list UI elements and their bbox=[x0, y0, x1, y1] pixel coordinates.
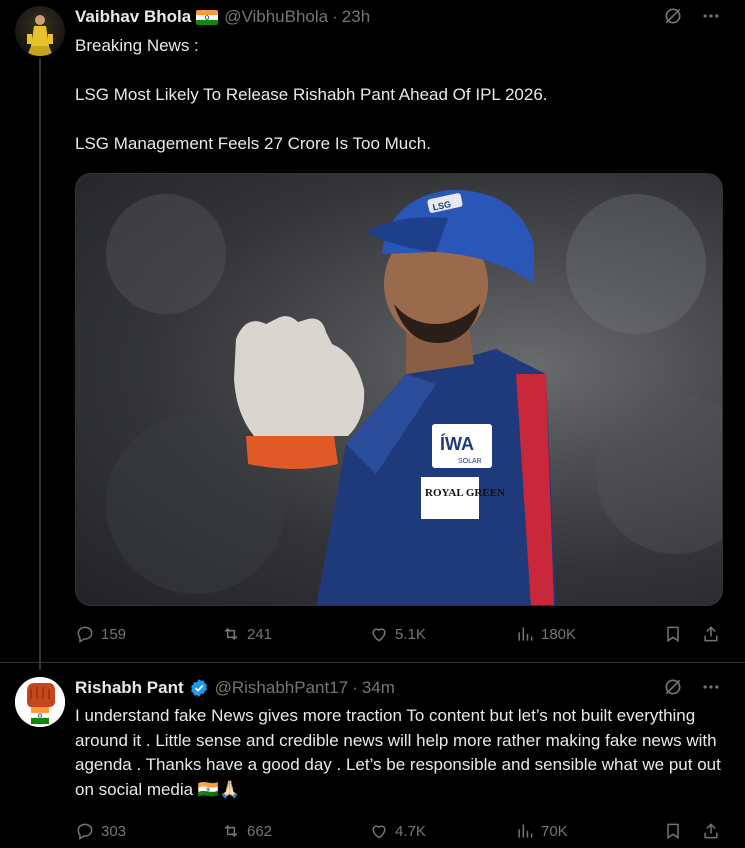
india-flag-icon bbox=[196, 9, 219, 25]
tweet-text-line: LSG Management Feels 27 Crore Is Too Muc… bbox=[75, 134, 431, 153]
views-icon bbox=[518, 627, 533, 641]
reply-icon bbox=[77, 626, 93, 643]
like-button[interactable]: 5.1K bbox=[369, 624, 426, 644]
tweet-header: Vaibhav Bhola @VibhuBhola · 23h bbox=[75, 6, 370, 28]
sponsor-logo: ÍWA bbox=[440, 433, 474, 454]
repost-button[interactable]: 241 bbox=[221, 624, 272, 644]
avatar[interactable] bbox=[15, 6, 65, 56]
thread-connector-line bbox=[39, 58, 41, 670]
views-button[interactable]: 70K bbox=[515, 821, 568, 841]
share-button[interactable] bbox=[701, 624, 721, 644]
author-handle[interactable]: @RishabhPant17 bbox=[215, 678, 349, 698]
share-icon bbox=[704, 823, 718, 839]
reply-icon bbox=[77, 823, 93, 840]
repost-count: 662 bbox=[247, 822, 273, 840]
reply-button[interactable]: 159 bbox=[75, 624, 126, 644]
avatar[interactable] bbox=[15, 677, 65, 727]
tweet-header: Rishabh Pant @RishabhPant17 · 34m bbox=[75, 677, 395, 699]
tweet-text-line: Breaking News : bbox=[75, 36, 199, 55]
verified-badge-icon[interactable] bbox=[189, 678, 209, 698]
tweet-action-bar: 303 662 4.7K 70K bbox=[75, 818, 725, 844]
tweet-timestamp[interactable]: 23h bbox=[342, 7, 370, 27]
reply-count: 303 bbox=[101, 822, 127, 840]
author-name[interactable]: Rishabh Pant bbox=[75, 678, 184, 698]
tweet-action-bar: 159 241 5.1K 180K bbox=[75, 621, 725, 647]
repost-button[interactable]: 662 bbox=[221, 821, 272, 841]
tweet-text: Breaking News : LSG Most Likely To Relea… bbox=[75, 34, 715, 157]
tweet-text-line: I understand fake News gives more tracti… bbox=[75, 706, 721, 799]
separator-dot: · bbox=[332, 7, 338, 26]
view-count: 180K bbox=[541, 625, 577, 643]
views-icon bbox=[518, 824, 533, 838]
repost-count: 241 bbox=[247, 625, 273, 643]
person-avatar-icon bbox=[27, 15, 53, 56]
reply-count: 159 bbox=[101, 625, 127, 643]
tweet-media-image[interactable]: LSG ÍWA SOLAR ROYAL GREEN bbox=[75, 173, 723, 606]
tweet-vaibhav-bhola[interactable]: Vaibhav Bhola @VibhuBhola · 23h Breaking… bbox=[0, 0, 745, 670]
bookmark-button[interactable] bbox=[663, 624, 683, 644]
grok-icon[interactable] bbox=[663, 6, 683, 26]
share-icon bbox=[704, 626, 718, 642]
sponsor-logo-sub: SOLAR bbox=[458, 458, 482, 465]
like-button[interactable]: 4.7K bbox=[369, 821, 426, 841]
tweet-rishabh-pant[interactable]: Rishabh Pant @RishabhPant17 · 34m I unde… bbox=[0, 662, 745, 848]
repost-icon bbox=[224, 627, 238, 641]
views-button[interactable]: 180K bbox=[515, 624, 576, 644]
more-options-icon[interactable] bbox=[701, 677, 721, 697]
separator-dot: · bbox=[352, 678, 358, 697]
tweet-text: I understand fake News gives more tracti… bbox=[75, 704, 725, 802]
reply-button[interactable]: 303 bbox=[75, 821, 126, 841]
heart-icon bbox=[372, 628, 386, 642]
share-button[interactable] bbox=[701, 821, 721, 841]
bookmark-button[interactable] bbox=[663, 821, 683, 841]
cricket-photo-icon: LSG ÍWA SOLAR ROYAL GREEN bbox=[106, 189, 722, 605]
author-handle[interactable]: @VibhuBhola bbox=[224, 7, 328, 27]
bookmark-icon bbox=[667, 823, 679, 840]
grok-icon[interactable] bbox=[663, 677, 683, 697]
tweet-timestamp[interactable]: 34m bbox=[362, 678, 395, 698]
tweet-top-actions bbox=[663, 6, 721, 26]
tweet-top-actions bbox=[663, 677, 721, 697]
heart-icon bbox=[372, 825, 386, 839]
sponsor-text: ROYAL GREEN bbox=[425, 487, 505, 499]
tweet-text-line: LSG Most Likely To Release Rishabh Pant … bbox=[75, 85, 548, 104]
like-count: 4.7K bbox=[395, 822, 426, 840]
more-options-icon[interactable] bbox=[701, 6, 721, 26]
bookmark-icon bbox=[667, 626, 679, 643]
like-count: 5.1K bbox=[395, 625, 426, 643]
repost-icon bbox=[224, 824, 238, 838]
view-count: 70K bbox=[541, 822, 568, 840]
raised-fist-flag-avatar-icon bbox=[15, 677, 65, 727]
author-name[interactable]: Vaibhav Bhola bbox=[75, 7, 191, 27]
